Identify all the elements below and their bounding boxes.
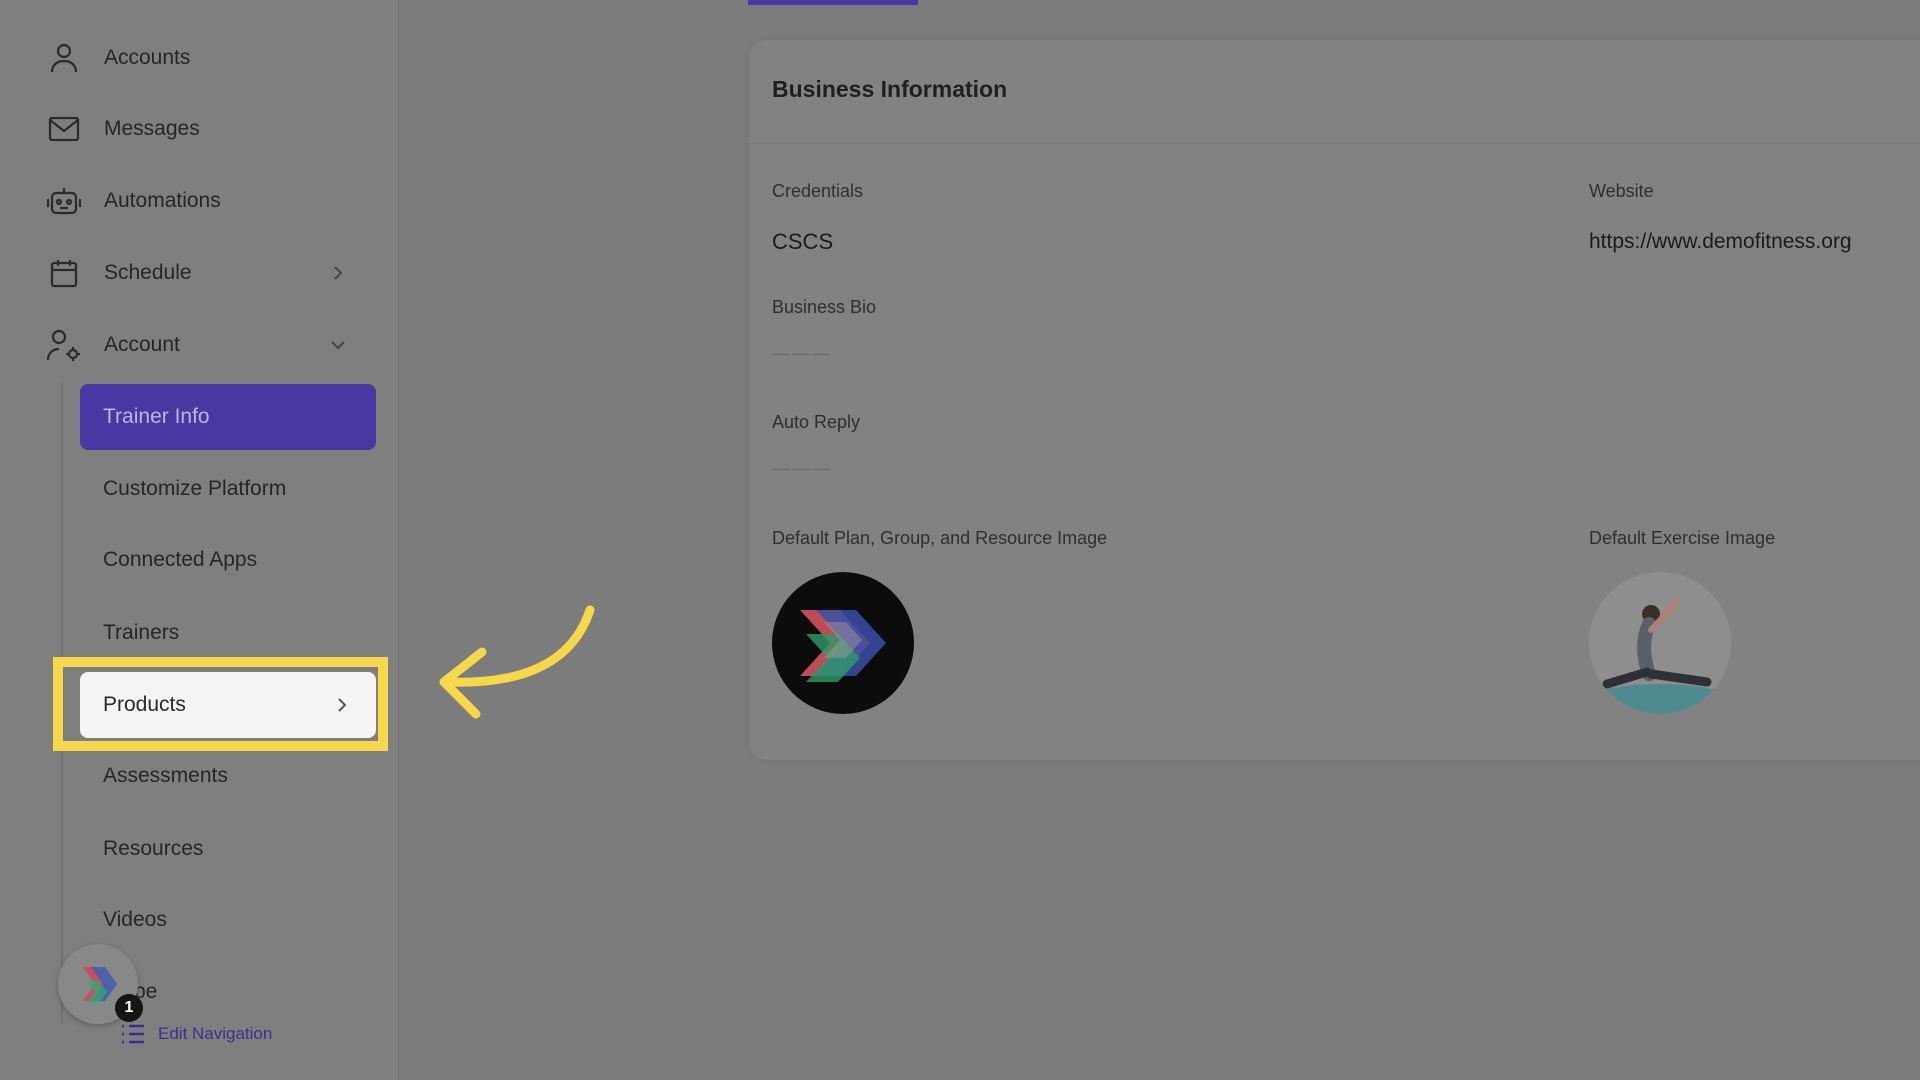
sidebar-item-label: Account <box>104 333 180 356</box>
highlight-box <box>53 657 388 751</box>
auto-reply-label: Auto Reply <box>772 412 861 432</box>
sidebar-subitem-label: Resources <box>103 837 204 860</box>
sidebar-item-automations[interactable]: Automations <box>44 176 364 226</box>
active-tab-indicator <box>748 0 918 5</box>
website-value[interactable]: https://www.demofitness.org <box>1589 230 1852 254</box>
website-label: Website <box>1589 181 1654 201</box>
user-icon <box>44 38 84 78</box>
default-plan-image[interactable] <box>772 572 914 714</box>
business-information-card: Business Information Credentials CSCS We… <box>749 40 1920 760</box>
sidebar-item-label: Automations <box>104 189 221 212</box>
default-exercise-image-label: Default Exercise Image <box>1589 528 1776 548</box>
sidebar-item-schedule[interactable]: Schedule <box>44 248 364 298</box>
default-image-label: Default Plan, Group, and Resource Image <box>772 528 1108 548</box>
sidebar-subitem-trainer-info[interactable]: Trainer Info <box>80 384 376 450</box>
calendar-icon <box>44 253 84 293</box>
sidebar: Accounts Messages Automations Schedule A… <box>0 0 399 1080</box>
yoga-photo-icon <box>1589 572 1731 714</box>
sidebar-subitem-label: Customize Platform <box>103 477 287 500</box>
card-title: Business Information <box>772 76 1008 102</box>
mail-icon <box>44 109 84 149</box>
auto-reply-value: ——— <box>772 458 832 478</box>
sidebar-subitem-resources[interactable]: Resources <box>80 816 376 882</box>
sidebar-subitem-label: Videos <box>103 908 167 931</box>
sidebar-subitem-label: Trainer Info <box>103 405 210 428</box>
sidebar-item-label: Schedule <box>104 261 192 284</box>
sidebar-item-messages[interactable]: Messages <box>44 104 364 154</box>
credentials-label: Credentials <box>772 181 864 201</box>
user-settings-icon <box>44 325 84 365</box>
credentials-value: CSCS <box>772 229 834 254</box>
pointer-arrow-icon <box>439 605 595 719</box>
sidebar-subitem-videos[interactable]: Videos <box>80 887 376 953</box>
sidebar-subitem-customize-platform[interactable]: Customize Platform <box>80 456 376 522</box>
sidebar-item-label: Messages <box>104 117 200 140</box>
divider <box>749 143 1920 144</box>
default-exercise-image[interactable] <box>1589 572 1731 714</box>
chevron-down-icon <box>331 341 345 350</box>
sidebar-subitem-connected-apps[interactable]: Connected Apps <box>80 527 376 593</box>
sidebar-item-label: Accounts <box>104 46 191 69</box>
brand-logo-icon <box>800 610 886 682</box>
sidebar-item-account[interactable]: Account <box>44 320 364 370</box>
business-bio-value: ——— <box>772 343 832 363</box>
business-bio-label: Business Bio <box>772 297 877 317</box>
robot-icon <box>44 181 84 221</box>
sidebar-subitem-label: Connected Apps <box>103 548 258 571</box>
edit-navigation-label: Edit Navigation <box>158 1024 273 1043</box>
sidebar-subitem-label: Trainers <box>103 621 180 644</box>
edit-navigation-link[interactable]: Edit Navigation <box>120 1022 272 1046</box>
notification-badge: 1 <box>115 994 143 1022</box>
sidebar-subitem-assessments[interactable]: Assessments <box>80 743 376 809</box>
sidebar-item-accounts[interactable]: Accounts <box>44 33 364 83</box>
chevron-right-icon <box>334 266 343 280</box>
sidebar-subitem-label: Assessments <box>103 764 228 787</box>
list-icon <box>122 1024 144 1044</box>
